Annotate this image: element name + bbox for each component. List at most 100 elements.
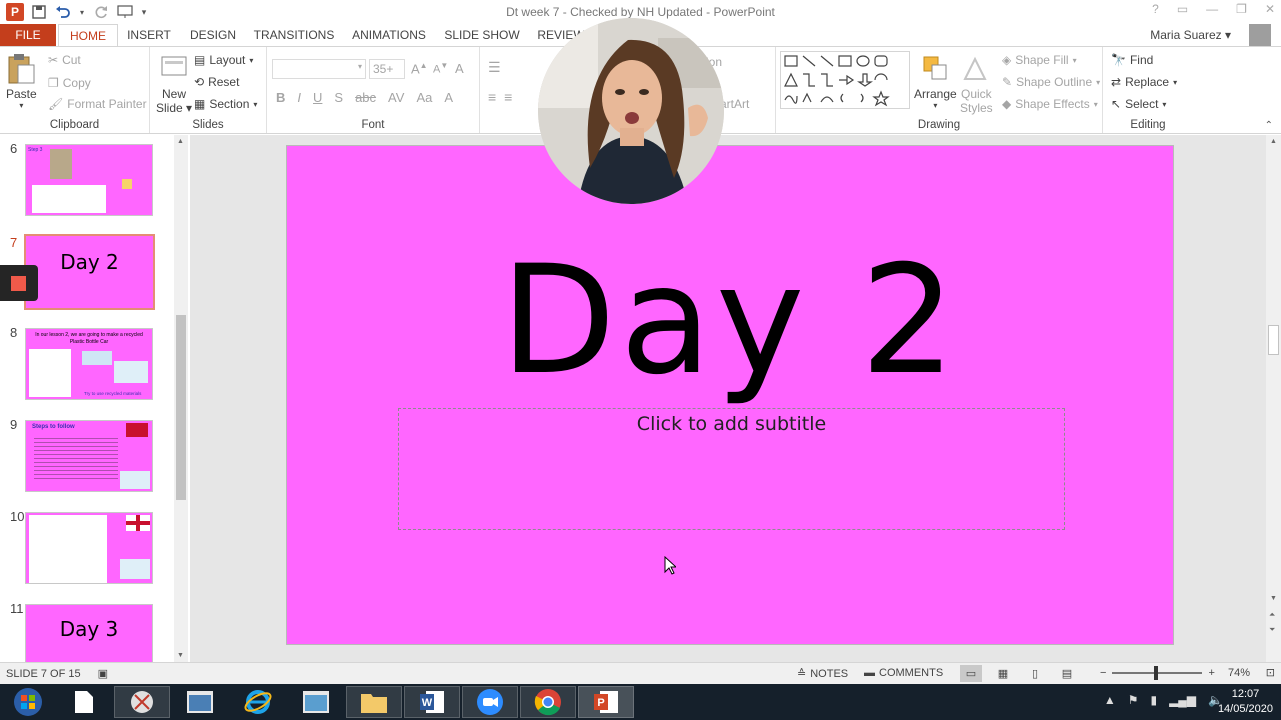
show-hidden-icons-icon[interactable]: ▲ — [1104, 693, 1116, 707]
scrollbar-thumb[interactable] — [1268, 325, 1279, 355]
bullets-button[interactable]: ☰ — [488, 59, 501, 76]
shrink-font-button[interactable]: A▼ — [433, 61, 448, 76]
taskbar-word[interactable]: W — [404, 686, 460, 718]
normal-view-icon[interactable]: ▭ — [960, 665, 982, 682]
slide-thumbnail-6[interactable]: Step 3 — [25, 144, 153, 216]
tab-transitions[interactable]: TRANSITIONS — [250, 24, 338, 46]
shape-effects-button[interactable]: ◆ Shape Effects ▾ — [1002, 97, 1098, 111]
scroll-up-icon[interactable]: ▲ — [1270, 138, 1277, 145]
zoom-track[interactable] — [1112, 666, 1203, 680]
scrollbar-thumb[interactable] — [176, 315, 186, 500]
zoom-level[interactable]: 74% — [1228, 667, 1250, 679]
tab-slide-show[interactable]: SLIDE SHOW — [441, 24, 523, 46]
action-center-icon[interactable]: ⚑ — [1128, 693, 1139, 707]
shadow-button[interactable]: S — [334, 90, 343, 105]
font-size-dropdown[interactable]: 35+ — [369, 59, 405, 79]
reading-view-icon[interactable]: ▯ — [1024, 665, 1046, 682]
taskbar-app-window-2[interactable] — [288, 686, 344, 718]
section-button[interactable]: ▦ Section ▾ — [194, 97, 257, 111]
format-painter-button[interactable]: 🖌 Format Painter — [48, 97, 147, 111]
close-icon[interactable]: ✕ — [1265, 2, 1275, 16]
convert-to-smartart-label[interactable]: artArt — [720, 97, 749, 111]
taskbar-app-window[interactable] — [172, 686, 228, 718]
font-family-dropdown[interactable]: ▾ — [272, 59, 366, 79]
italic-button[interactable]: I — [297, 90, 301, 105]
paste-button[interactable]: Paste ▾ — [6, 53, 37, 110]
start-button[interactable] — [0, 686, 56, 718]
next-slide-icon[interactable]: ⏷ — [1269, 625, 1275, 635]
tab-home[interactable]: HOME — [58, 24, 118, 47]
taskbar-chrome[interactable] — [520, 686, 576, 718]
character-spacing-button[interactable]: AV — [388, 90, 404, 105]
user-name[interactable]: Maria Suarez ▾ — [1150, 28, 1231, 42]
battery-icon[interactable]: ▮ — [1150, 693, 1157, 707]
align-center-icon[interactable]: ≡ — [504, 89, 512, 105]
tab-file[interactable]: FILE — [0, 24, 56, 46]
taskbar-snipping-tool[interactable] — [114, 686, 170, 718]
restore-icon[interactable]: ❐ — [1236, 2, 1247, 16]
layout-button[interactable]: ▤ Layout ▾ — [194, 53, 253, 67]
ribbon-display-options-icon[interactable]: ▭ — [1177, 2, 1188, 16]
collapse-ribbon-icon[interactable]: ⌃ — [1265, 120, 1273, 131]
copy-button[interactable]: ❐ Copy — [48, 76, 91, 90]
zoom-slider[interactable]: − + — [1100, 666, 1215, 680]
replace-button[interactable]: ⇄ Replace ▾ — [1111, 75, 1177, 89]
align-left-icon[interactable]: ≡ — [488, 89, 496, 105]
underline-button[interactable]: U — [313, 90, 322, 105]
zoom-in-button[interactable]: + — [1208, 667, 1214, 679]
slide-thumbnail-9[interactable]: Steps to follow — [25, 420, 153, 492]
avatar[interactable] — [1249, 24, 1271, 46]
font-color-button[interactable]: A — [444, 90, 453, 105]
fit-slide-icon[interactable]: ⊡ — [1266, 666, 1275, 679]
network-icon[interactable]: ▂▄▆ — [1169, 693, 1196, 707]
shape-fill-button[interactable]: ◈ Shape Fill ▾ — [1002, 53, 1077, 67]
shapes-gallery[interactable] — [780, 51, 910, 109]
taskbar-powerpoint[interactable]: P — [578, 686, 634, 718]
find-button[interactable]: 🔭 Find — [1111, 53, 1153, 67]
slide-thumbnail-8[interactable]: In our lesson 2, we are going to make a … — [25, 328, 153, 400]
select-button[interactable]: ↖ Select ▾ — [1111, 97, 1166, 111]
reset-button[interactable]: ⟲ Reset — [194, 75, 239, 89]
scroll-up-icon[interactable]: ▲ — [177, 138, 184, 145]
tab-animations[interactable]: ANIMATIONS — [345, 24, 433, 46]
taskbar-file-explorer[interactable] — [346, 686, 402, 718]
clock[interactable]: 12:07 14/05/2020 — [1218, 687, 1273, 717]
taskbar-internet-explorer[interactable] — [230, 686, 286, 718]
new-slide-button[interactable]: New Slide ▾ — [156, 53, 192, 115]
tab-design[interactable]: DESIGN — [183, 24, 243, 46]
strikethrough-button[interactable]: abc — [355, 90, 376, 105]
zoom-slider-handle[interactable] — [1154, 666, 1159, 680]
scroll-down-icon[interactable]: ▼ — [177, 652, 184, 659]
grow-font-button[interactable]: A▲ — [411, 61, 428, 76]
slide-show-view-icon[interactable]: ▤ — [1056, 665, 1078, 682]
taskbar-blank-document[interactable] — [56, 686, 112, 718]
slide-thumbnail-7[interactable]: Day 2 — [24, 234, 155, 310]
change-case-button[interactable]: Aa — [416, 90, 432, 105]
clear-formatting-button[interactable]: A — [455, 61, 464, 76]
slide-thumbnail-10[interactable] — [25, 512, 153, 584]
notes-button[interactable]: ≙ NOTES — [797, 667, 848, 681]
minimize-icon[interactable]: — — [1206, 2, 1218, 16]
chevron-down-icon: ▾ — [1096, 77, 1101, 87]
spell-check-icon[interactable]: ▣ — [98, 668, 108, 680]
taskbar-zoom[interactable] — [462, 686, 518, 718]
tab-insert[interactable]: INSERT — [122, 24, 176, 46]
record-stop-button[interactable] — [0, 265, 38, 301]
shape-outline-button[interactable]: ✎ Shape Outline ▾ — [1002, 75, 1100, 89]
slide-scrollbar[interactable]: ▲ ▼ ⏶ ⏷ — [1266, 135, 1281, 662]
slide-sorter-view-icon[interactable]: ▦ — [992, 665, 1014, 682]
thumbnail-scrollbar[interactable]: ▲ ▼ — [174, 135, 188, 662]
comments-button[interactable]: ▬ COMMENTS — [864, 667, 943, 679]
slide-title[interactable]: Day 2 — [287, 241, 1173, 401]
zoom-out-button[interactable]: − — [1100, 667, 1106, 679]
cut-button[interactable]: ✂ Cut — [48, 53, 81, 67]
bold-button[interactable]: B — [276, 90, 285, 105]
subtitle-placeholder[interactable]: Click to add subtitle — [398, 408, 1065, 530]
help-icon[interactable]: ? — [1152, 2, 1159, 16]
previous-slide-icon[interactable]: ⏶ — [1269, 610, 1275, 620]
arrange-button[interactable]: Arrange ▾ — [914, 53, 957, 110]
scroll-down-icon[interactable]: ▼ — [1270, 595, 1277, 602]
slide-canvas[interactable]: Day 2 Click to add subtitle — [286, 145, 1174, 645]
slide-thumbnail-11[interactable]: Day 3 — [25, 604, 153, 662]
quick-styles-button[interactable]: Quick Styles — [960, 53, 993, 115]
